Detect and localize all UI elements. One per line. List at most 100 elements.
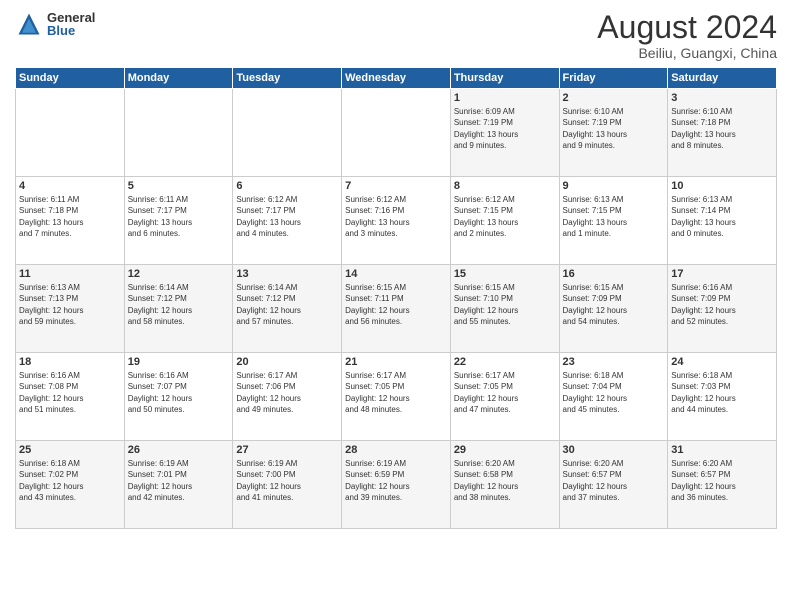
day-number: 15 xyxy=(454,268,556,280)
header-day-saturday: Saturday xyxy=(668,68,777,89)
calendar-cell: 7Sunrise: 6:12 AMSunset: 7:16 PMDaylight… xyxy=(342,177,451,265)
day-detail: Sunrise: 6:17 AMSunset: 7:05 PMDaylight:… xyxy=(345,370,447,415)
day-detail: Sunrise: 6:19 AMSunset: 7:00 PMDaylight:… xyxy=(236,458,338,503)
calendar-cell: 13Sunrise: 6:14 AMSunset: 7:12 PMDayligh… xyxy=(233,265,342,353)
day-detail: Sunrise: 6:16 AMSunset: 7:07 PMDaylight:… xyxy=(128,370,230,415)
header-day-wednesday: Wednesday xyxy=(342,68,451,89)
calendar-cell: 5 Sunrise: 6:11 AMSunset: 7:17 PMDaylight… xyxy=(124,177,233,265)
day-detail: Sunrise: 6:14 AMSunset: 7:12 PMDaylight:… xyxy=(128,282,230,327)
calendar-cell: 26 Sunrise: 6:19 AMSunset: 7:01 PMDayligh… xyxy=(124,441,233,529)
calendar-cell: 29 Sunrise: 6:20 AMSunset: 6:58 PMDayligh… xyxy=(450,441,559,529)
calendar-cell: 30 Sunrise: 6:20 AMSunset: 6:57 PMDayligh… xyxy=(559,441,668,529)
day-number: 4 xyxy=(19,180,121,192)
logo-icon xyxy=(15,10,43,38)
header-day-monday: Monday xyxy=(124,68,233,89)
day-detail: Sunrise: 6:11 AMSunset: 7:18 PMDaylight:… xyxy=(19,194,121,239)
day-detail: Sunrise: 6:09 AMSunset: 7:19 PMDaylight:… xyxy=(454,106,556,151)
day-detail: Sunrise: 6:11 AMSunset: 7:17 PMDaylight:… xyxy=(128,194,230,239)
header-day-tuesday: Tuesday xyxy=(233,68,342,89)
day-number: 30 xyxy=(563,444,665,456)
calendar-cell: 28 Sunrise: 6:19 AMSunset: 6:59 PMDayligh… xyxy=(342,441,451,529)
day-number: 10 xyxy=(671,180,773,192)
day-number: 23 xyxy=(563,356,665,368)
day-number: 2 xyxy=(563,92,665,104)
calendar-cell: 18 Sunrise: 6:16 AMSunset: 7:08 PMDayligh… xyxy=(16,353,125,441)
calendar-cell xyxy=(342,89,451,177)
calendar-cell xyxy=(233,89,342,177)
calendar-cell: 14 Sunrise: 6:15 AMSunset: 7:11 PMDayligh… xyxy=(342,265,451,353)
day-number: 29 xyxy=(454,444,556,456)
calendar-cell: 15 Sunrise: 6:15 AMSunset: 7:10 PMDayligh… xyxy=(450,265,559,353)
day-number: 22 xyxy=(454,356,556,368)
calendar-cell: 11 Sunrise: 6:13 AMSunset: 7:13 PMDayligh… xyxy=(16,265,125,353)
subtitle: Beiliu, Guangxi, China xyxy=(597,45,777,61)
day-number: 26 xyxy=(128,444,230,456)
day-detail: Sunrise: 6:10 AMSunset: 7:18 PMDaylight:… xyxy=(671,106,773,151)
header-day-friday: Friday xyxy=(559,68,668,89)
day-number: 5 xyxy=(128,180,230,192)
day-detail: Sunrise: 6:18 AMSunset: 7:02 PMDaylight:… xyxy=(19,458,121,503)
day-detail: Sunrise: 6:19 AMSunset: 6:59 PMDaylight:… xyxy=(345,458,447,503)
day-number: 7 xyxy=(345,180,447,192)
calendar-cell: 3 Sunrise: 6:10 AMSunset: 7:18 PMDaylight… xyxy=(668,89,777,177)
main-container: General Blue August 2024 Beiliu, Guangxi… xyxy=(0,0,792,537)
logo-text: General Blue xyxy=(47,11,95,37)
day-detail: Sunrise: 6:16 AMSunset: 7:08 PMDaylight:… xyxy=(19,370,121,415)
day-detail: Sunrise: 6:12 AMSunset: 7:15 PMDaylight:… xyxy=(454,194,556,239)
calendar-table: SundayMondayTuesdayWednesdayThursdayFrid… xyxy=(15,67,777,529)
calendar-cell xyxy=(16,89,125,177)
day-detail: Sunrise: 6:16 AMSunset: 7:09 PMDaylight:… xyxy=(671,282,773,327)
day-number: 18 xyxy=(19,356,121,368)
calendar-header-row: SundayMondayTuesdayWednesdayThursdayFrid… xyxy=(16,68,777,89)
day-detail: Sunrise: 6:17 AMSunset: 7:05 PMDaylight:… xyxy=(454,370,556,415)
title-block: August 2024 Beiliu, Guangxi, China xyxy=(597,10,777,61)
day-detail: Sunrise: 6:20 AMSunset: 6:58 PMDaylight:… xyxy=(454,458,556,503)
day-detail: Sunrise: 6:13 AMSunset: 7:13 PMDaylight:… xyxy=(19,282,121,327)
header-day-thursday: Thursday xyxy=(450,68,559,89)
day-number: 17 xyxy=(671,268,773,280)
day-detail: Sunrise: 6:19 AMSunset: 7:01 PMDaylight:… xyxy=(128,458,230,503)
day-detail: Sunrise: 6:13 AMSunset: 7:15 PMDaylight:… xyxy=(563,194,665,239)
calendar-cell: 16Sunrise: 6:15 AMSunset: 7:09 PMDayligh… xyxy=(559,265,668,353)
calendar-week-1: 1Sunrise: 6:09 AMSunset: 7:19 PMDaylight… xyxy=(16,89,777,177)
day-detail: Sunrise: 6:15 AMSunset: 7:11 PMDaylight:… xyxy=(345,282,447,327)
calendar-cell: 1Sunrise: 6:09 AMSunset: 7:19 PMDaylight… xyxy=(450,89,559,177)
calendar-cell: 22 Sunrise: 6:17 AMSunset: 7:05 PMDayligh… xyxy=(450,353,559,441)
calendar-cell: 10Sunrise: 6:13 AMSunset: 7:14 PMDayligh… xyxy=(668,177,777,265)
calendar-week-2: 4 Sunrise: 6:11 AMSunset: 7:18 PMDaylight… xyxy=(16,177,777,265)
calendar-week-4: 18 Sunrise: 6:16 AMSunset: 7:08 PMDayligh… xyxy=(16,353,777,441)
calendar-cell: 9 Sunrise: 6:13 AMSunset: 7:15 PMDaylight… xyxy=(559,177,668,265)
calendar-cell: 31Sunrise: 6:20 AMSunset: 6:57 PMDayligh… xyxy=(668,441,777,529)
calendar-cell: 19 Sunrise: 6:16 AMSunset: 7:07 PMDayligh… xyxy=(124,353,233,441)
calendar-cell: 23 Sunrise: 6:18 AMSunset: 7:04 PMDayligh… xyxy=(559,353,668,441)
header-day-sunday: Sunday xyxy=(16,68,125,89)
calendar-cell: 4 Sunrise: 6:11 AMSunset: 7:18 PMDaylight… xyxy=(16,177,125,265)
day-number: 13 xyxy=(236,268,338,280)
day-number: 20 xyxy=(236,356,338,368)
day-number: 25 xyxy=(19,444,121,456)
day-detail: Sunrise: 6:15 AMSunset: 7:10 PMDaylight:… xyxy=(454,282,556,327)
day-number: 31 xyxy=(671,444,773,456)
day-number: 3 xyxy=(671,92,773,104)
day-number: 16 xyxy=(563,268,665,280)
day-number: 8 xyxy=(454,180,556,192)
day-detail: Sunrise: 6:20 AMSunset: 6:57 PMDaylight:… xyxy=(563,458,665,503)
day-number: 11 xyxy=(19,268,121,280)
day-number: 6 xyxy=(236,180,338,192)
day-detail: Sunrise: 6:10 AMSunset: 7:19 PMDaylight:… xyxy=(563,106,665,151)
day-detail: Sunrise: 6:18 AMSunset: 7:04 PMDaylight:… xyxy=(563,370,665,415)
day-number: 27 xyxy=(236,444,338,456)
day-number: 19 xyxy=(128,356,230,368)
calendar-cell: 17 Sunrise: 6:16 AMSunset: 7:09 PMDayligh… xyxy=(668,265,777,353)
day-detail: Sunrise: 6:18 AMSunset: 7:03 PMDaylight:… xyxy=(671,370,773,415)
day-number: 14 xyxy=(345,268,447,280)
day-number: 21 xyxy=(345,356,447,368)
day-number: 9 xyxy=(563,180,665,192)
day-detail: Sunrise: 6:12 AMSunset: 7:17 PMDaylight:… xyxy=(236,194,338,239)
main-title: August 2024 xyxy=(597,10,777,45)
day-detail: Sunrise: 6:17 AMSunset: 7:06 PMDaylight:… xyxy=(236,370,338,415)
calendar-cell: 24Sunrise: 6:18 AMSunset: 7:03 PMDayligh… xyxy=(668,353,777,441)
day-number: 28 xyxy=(345,444,447,456)
calendar-cell: 21 Sunrise: 6:17 AMSunset: 7:05 PMDayligh… xyxy=(342,353,451,441)
calendar-cell: 12Sunrise: 6:14 AMSunset: 7:12 PMDayligh… xyxy=(124,265,233,353)
